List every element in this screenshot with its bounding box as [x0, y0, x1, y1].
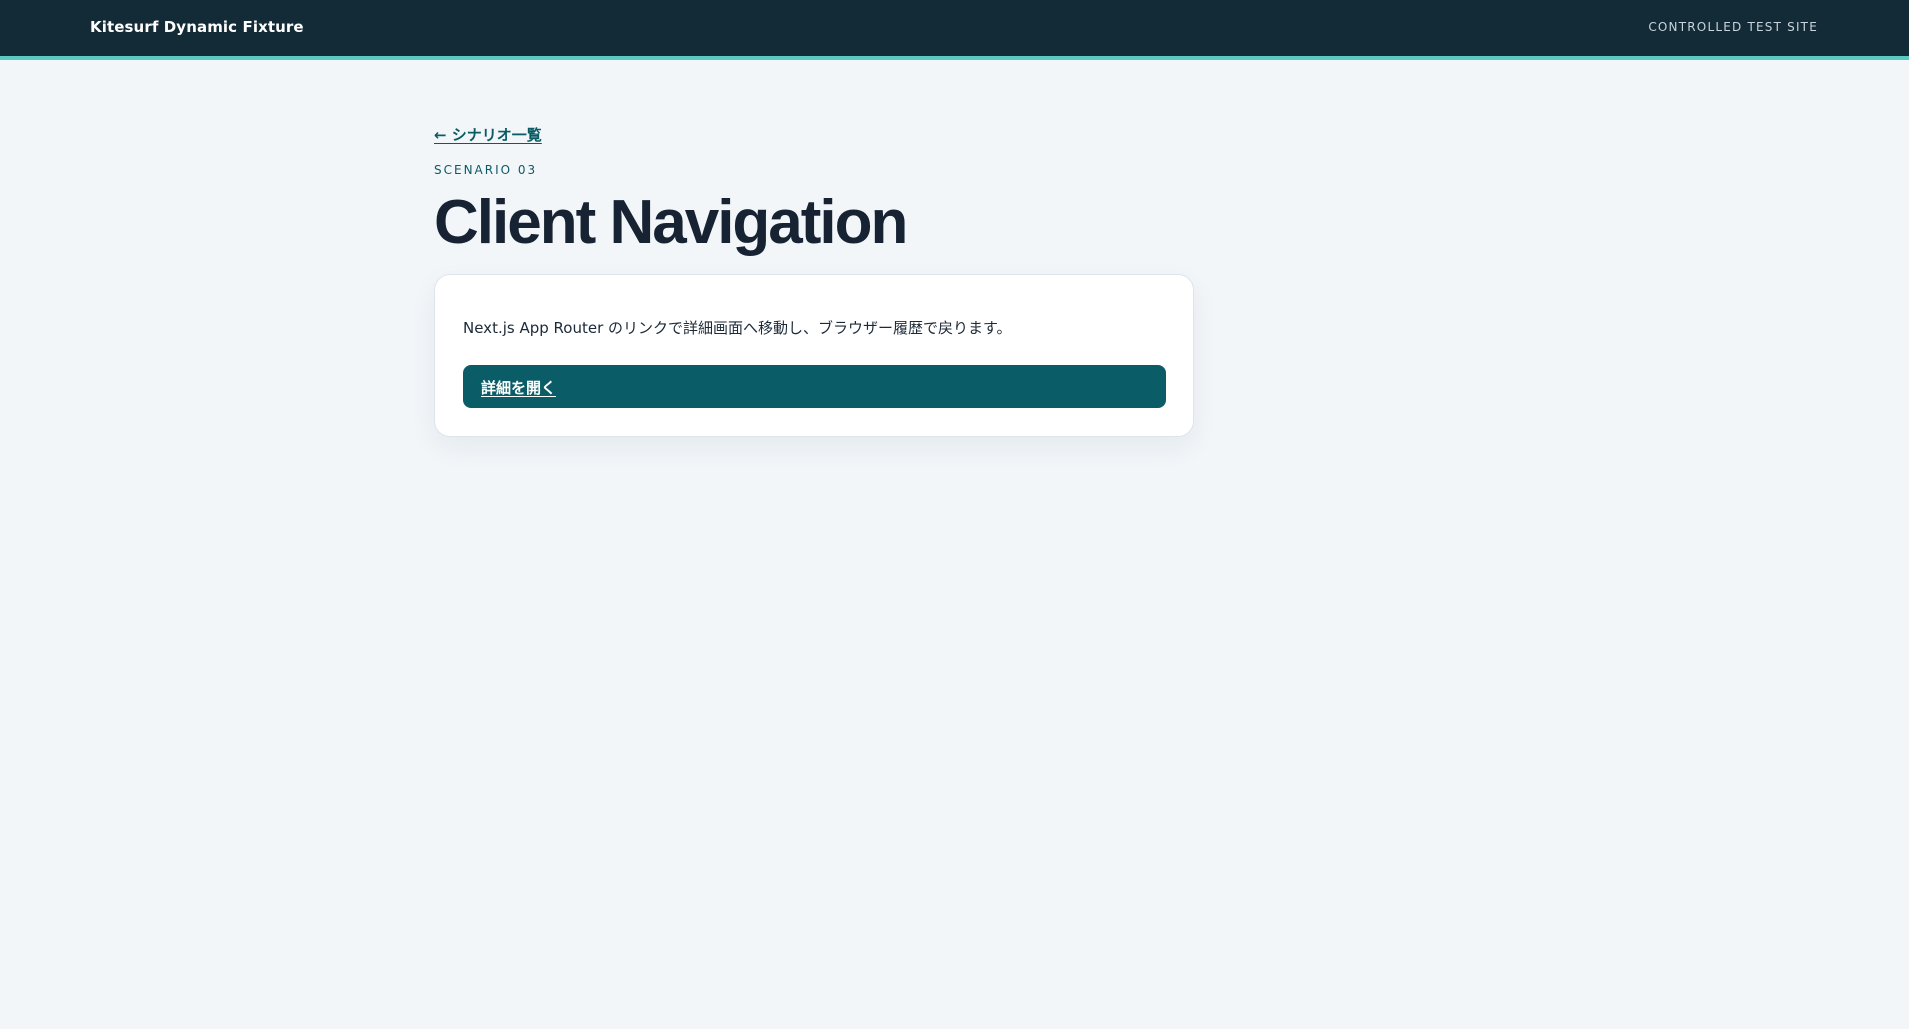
page-title: Client Navigation	[434, 188, 908, 257]
site-brand[interactable]: Kitesurf Dynamic Fixture	[90, 18, 304, 36]
open-details-button[interactable]: 詳細を開く	[463, 365, 1166, 408]
back-to-scenarios-link[interactable]: ← シナリオ一覧	[434, 124, 542, 145]
scenario-description: Next.js App Router のリンクで詳細画面へ移動し、ブラウザー履歴…	[463, 319, 1012, 337]
top-header: Kitesurf Dynamic Fixture CONTROLLED TEST…	[0, 0, 1909, 60]
main-content: ← シナリオ一覧 SCENARIO 03 Client Navigation N…	[434, 124, 1194, 437]
scenario-card: Next.js App Router のリンクで詳細画面へ移動し、ブラウザー履歴…	[434, 274, 1194, 437]
site-tag: CONTROLLED TEST SITE	[1648, 20, 1818, 34]
scenario-eyebrow: SCENARIO 03	[434, 163, 538, 177]
